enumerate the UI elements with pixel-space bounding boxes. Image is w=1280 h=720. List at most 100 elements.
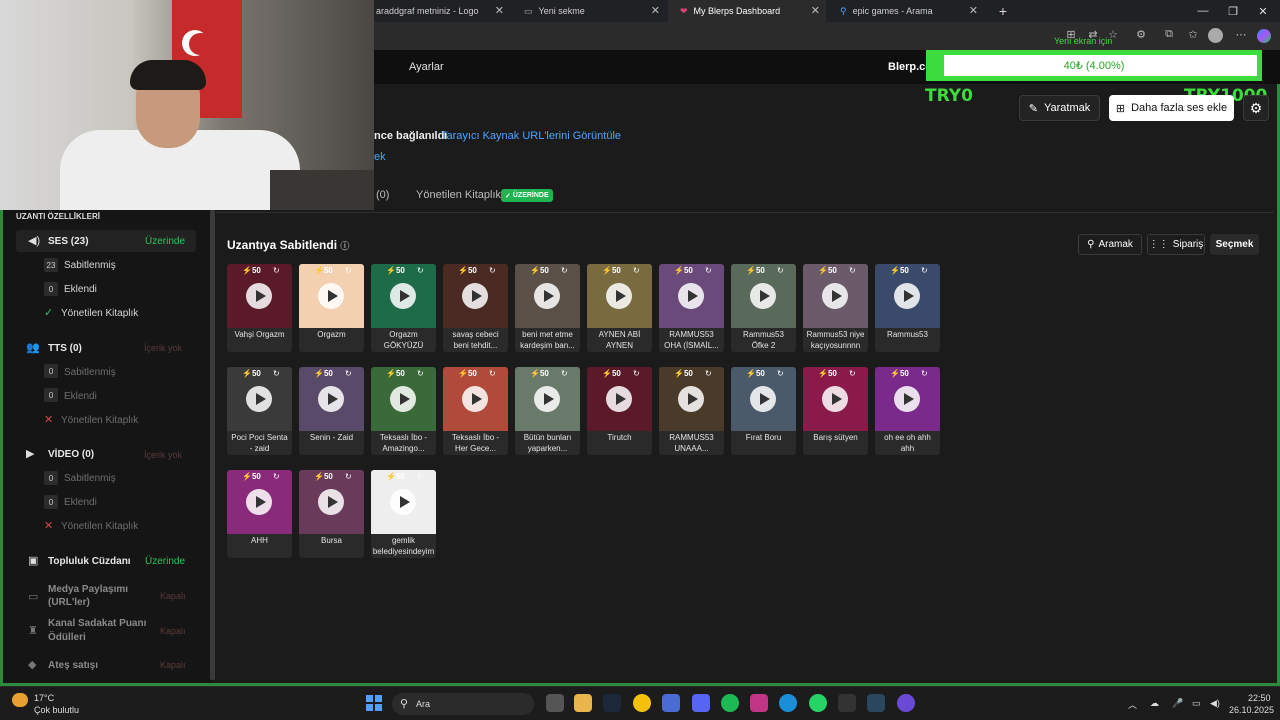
weather-temp[interactable]: 17°C <box>34 693 54 703</box>
extensions-icon[interactable]: ⚙ <box>1132 28 1150 44</box>
replay-icon[interactable]: ↻ <box>633 266 640 275</box>
replay-icon[interactable]: ↻ <box>633 369 640 378</box>
sound-card[interactable]: ⚡50 ↻ Orgazm GÖKYÜZÜ <box>371 264 436 352</box>
sound-card[interactable]: ⚡50 ↻ Rammus53 niye kaçıyosunnnn <box>803 264 868 352</box>
steam-icon[interactable] <box>603 694 621 712</box>
windows-start-icon[interactable] <box>366 695 382 711</box>
play-icon[interactable] <box>246 489 272 515</box>
play-icon[interactable] <box>750 386 776 412</box>
play-icon[interactable] <box>318 489 344 515</box>
tab-count[interactable]: (0) <box>376 189 389 201</box>
play-icon[interactable] <box>462 386 488 412</box>
view-browser-source-link[interactable]: Tarayıcı Kaynak URL'lerini Görüntüle <box>441 130 621 142</box>
network-icon[interactable]: ▭ <box>1192 698 1201 709</box>
new-tab-button[interactable]: + <box>986 0 1020 22</box>
search-button[interactable]: ⚲ Aramak <box>1078 234 1142 255</box>
close-icon[interactable]: ✕ <box>495 4 504 17</box>
select-button[interactable]: Seçmek <box>1210 234 1259 255</box>
tab-blerp-dashboard[interactable]: ❤ My Blerps Dashboard ✕ <box>668 0 826 22</box>
secondary-link[interactable]: ek <box>374 151 386 163</box>
video-added[interactable]: Eklendi <box>64 497 97 508</box>
replay-icon[interactable]: ↻ <box>345 472 352 481</box>
whatsapp-icon[interactable] <box>809 694 827 712</box>
settings-gear-button[interactable]: ⚙ <box>1243 95 1269 121</box>
replay-icon[interactable]: ↻ <box>273 266 280 275</box>
replay-icon[interactable]: ↻ <box>345 266 352 275</box>
replay-icon[interactable]: ↻ <box>561 266 568 275</box>
sound-card[interactable]: ⚡50 ↻ Vahşi Orgazm <box>227 264 292 352</box>
replay-icon[interactable]: ↻ <box>705 266 712 275</box>
info-icon[interactable]: ⓘ <box>340 241 349 251</box>
replay-icon[interactable]: ↻ <box>345 369 352 378</box>
play-icon[interactable] <box>750 283 776 309</box>
play-icon[interactable] <box>246 283 272 309</box>
nav-link-settings[interactable]: Ayarlar <box>409 61 444 73</box>
clock-time[interactable]: 22:50 <box>1248 693 1271 703</box>
sound-added[interactable]: Eklendi <box>64 284 97 295</box>
fire-sale-status[interactable]: Kapalı <box>160 660 186 670</box>
sound-card[interactable]: ⚡50 ↻ AYNEN ABİ AYNEN <box>587 264 652 352</box>
sound-status[interactable]: Üzerinde <box>145 236 185 247</box>
play-icon[interactable] <box>246 386 272 412</box>
maximize-button[interactable]: ❐ <box>1216 0 1250 22</box>
sound-card[interactable]: ⚡50 ↻ RAMMUS53 OHA (İSMAİL... <box>659 264 724 352</box>
order-button[interactable]: ⋮⋮ Sipariş <box>1147 234 1205 255</box>
task-view-icon[interactable] <box>546 694 564 712</box>
spotify-icon[interactable] <box>721 694 739 712</box>
split-screen-icon[interactable]: ⧉ <box>1160 28 1178 44</box>
favorites-icon[interactable]: ✩ <box>1184 28 1202 44</box>
tab-logo[interactable]: araddgraf metniniz - Logo ✕ <box>364 0 510 22</box>
sound-card[interactable]: ⚡50 ↻ Bursa <box>299 470 364 558</box>
app-icon[interactable] <box>838 694 856 712</box>
close-window-button[interactable]: ✕ <box>1246 0 1280 22</box>
tts-managed[interactable]: Yönetilen Kitaplık <box>61 415 138 426</box>
video-pinned[interactable]: Sabitlenmiş <box>64 473 116 484</box>
replay-icon[interactable]: ↻ <box>417 266 424 275</box>
weather-desc[interactable]: Çok bulutlu <box>34 705 79 715</box>
cloud-icon[interactable]: ☁ <box>1150 698 1159 709</box>
close-icon[interactable]: ✕ <box>969 4 978 17</box>
replay-icon[interactable]: ↻ <box>273 369 280 378</box>
instagram-icon[interactable] <box>750 694 768 712</box>
play-icon[interactable] <box>606 386 632 412</box>
chevron-up-icon[interactable]: ︿ <box>1128 698 1137 711</box>
play-icon[interactable] <box>534 386 560 412</box>
translate-icon[interactable]: ⇄ <box>1084 28 1102 44</box>
store-icon[interactable] <box>662 694 680 712</box>
weather-icon[interactable] <box>12 693 28 707</box>
sound-card[interactable]: ⚡50 ↻ Barış sütyen <box>803 367 868 455</box>
sound-card[interactable]: ⚡50 ↻ Teksaslı İbo - Amazingo... <box>371 367 436 455</box>
edge-icon[interactable] <box>779 694 797 712</box>
tts-added[interactable]: Eklendi <box>64 391 97 402</box>
sound-card[interactable]: ⚡50 ↻ savaş cebeci beni tehdit... <box>443 264 508 352</box>
replay-icon[interactable]: ↻ <box>417 472 424 481</box>
clock-date[interactable]: 26.10.2025 <box>1229 705 1274 715</box>
menu-icon[interactable]: ⋯ <box>1232 28 1250 44</box>
replay-icon[interactable]: ↻ <box>777 369 784 378</box>
replay-icon[interactable]: ↻ <box>921 266 928 275</box>
play-icon[interactable] <box>606 283 632 309</box>
sound-card[interactable]: ⚡50 ↻ RAMMUS53 UNAAA... <box>659 367 724 455</box>
play-icon[interactable] <box>822 386 848 412</box>
play-icon[interactable] <box>534 283 560 309</box>
sound-pinned[interactable]: Sabitlenmiş <box>64 260 116 271</box>
replay-icon[interactable]: ↻ <box>705 369 712 378</box>
play-icon[interactable] <box>318 283 344 309</box>
loyalty-status[interactable]: Kapalı <box>160 626 186 636</box>
play-icon[interactable] <box>390 489 416 515</box>
sound-card[interactable]: ⚡50 ↻ Tirutch <box>587 367 652 455</box>
replay-icon[interactable]: ↻ <box>489 266 496 275</box>
play-icon[interactable] <box>390 386 416 412</box>
minimize-button[interactable]: — <box>1186 0 1220 22</box>
play-icon[interactable] <box>894 283 920 309</box>
tab-new[interactable]: ▭ Yeni sekme ✕ <box>512 0 666 22</box>
sound-card[interactable]: ⚡50 ↻ Orgazm <box>299 264 364 352</box>
play-icon[interactable] <box>894 386 920 412</box>
tab-managed-library[interactable]: Yönetilen Kitaplık <box>416 189 501 201</box>
media-status[interactable]: Kapalı <box>160 591 186 601</box>
replay-icon[interactable]: ↻ <box>273 472 280 481</box>
replay-icon[interactable]: ↻ <box>849 266 856 275</box>
play-icon[interactable] <box>822 283 848 309</box>
tab-epic-search[interactable]: ⚲ epic games - Arama ✕ <box>828 0 984 22</box>
sound-managed[interactable]: Yönetilen Kitaplık <box>61 308 138 319</box>
